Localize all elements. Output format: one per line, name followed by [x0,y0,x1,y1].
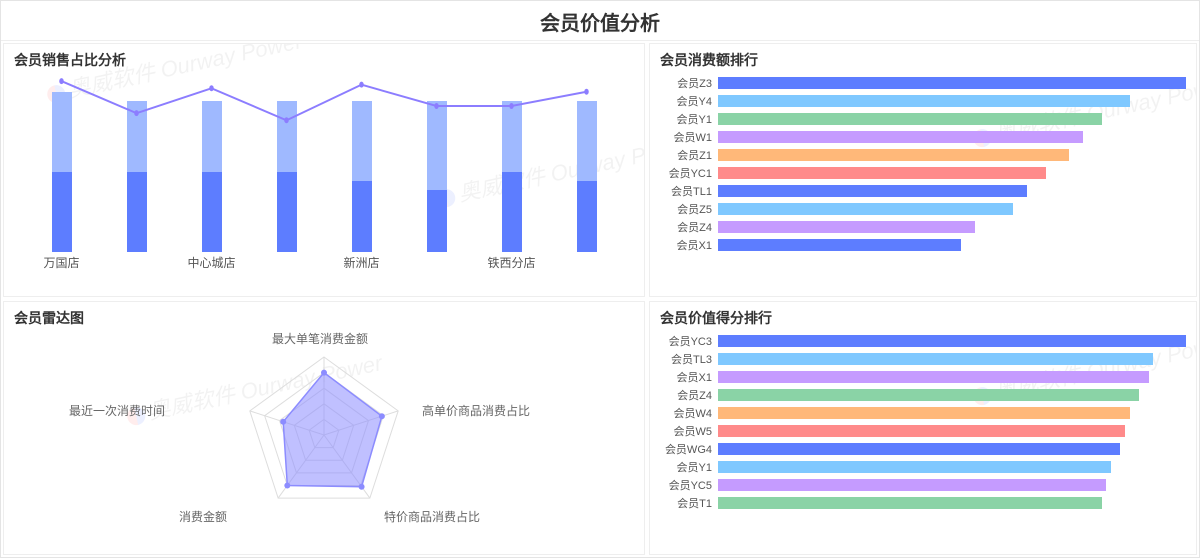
rank-label: 会员Z1 [660,147,718,163]
radar-axis-label: 消费金额 [179,508,227,525]
rank-row: 会员X1 [660,368,1186,386]
rank-label: 会员TL3 [660,351,718,367]
x-axis-label [399,254,474,274]
rank-label: 会员X1 [660,237,718,253]
rank-bar [718,479,1106,491]
rank-row: 会员Y1 [660,458,1186,476]
radar-axis-label: 最大单笔消费金额 [272,330,368,347]
rank-row: 会员Z4 [660,218,1186,236]
panel-sales-ratio: 奥威软件 Ourway Power 奥威软件 Ourway Power 会员销售… [3,43,645,297]
rank-bar [718,221,975,233]
rank-label: 会员Z3 [660,75,718,91]
x-axis-label [549,254,624,274]
rank-label: 会员Y1 [660,111,718,127]
rank-label: 会员YC1 [660,165,718,181]
chart-radar[interactable]: 最大单笔消费金额高单价商品消费占比特价商品消费占比 消费金额 最近一次消费时间 [14,330,634,530]
rank-label: 会员X1 [660,369,718,385]
rank-label: 会员W1 [660,129,718,145]
dashboard-page: ↖ 会员价值分析 奥威软件 Ourway Power 奥威软件 Ourway P… [0,0,1200,558]
rank-bar [718,497,1102,509]
rank-bar [718,185,1027,197]
rank-label: 会员YC5 [660,477,718,493]
rank-bar [718,167,1046,179]
rank-row: 会员Y1 [660,110,1186,128]
chart-spend-rank[interactable]: 会员Z3 会员Y4 会员Y1 会员W1 会员Z1 会员YC1 会员TL1 会员Z5 会员Z4 会员… [660,74,1186,254]
rank-row: 会员YC1 [660,164,1186,182]
x-axis-label: 中心城店 [174,254,249,274]
rank-label: 会员Z4 [660,387,718,403]
panel-score-rank: 奥威软件 Ourway Power 会员价值得分排行 会员YC3会员TL3会员X… [649,301,1197,555]
rank-bar [718,389,1139,401]
radar-axis-label: 特价商品消费占比 [384,508,480,525]
rank-row: 会员T1 [660,494,1186,512]
rank-bar [718,131,1083,143]
rank-bar [718,77,1186,89]
rank-row: 会员W4 [660,404,1186,422]
rank-label: 会员Y1 [660,459,718,475]
page-title: 会员价值分析 [1,1,1199,41]
panel-title-radar: 会员雷达图 [14,308,634,328]
rank-row: 会员TL3 [660,350,1186,368]
panel-title-score-rank: 会员价值得分排行 [660,308,1186,328]
radar-axis-label: 高单价商品消费占比 [422,402,530,419]
rank-bar [718,203,1013,215]
rank-bar [718,461,1111,473]
panel-title-sales-ratio: 会员销售占比分析 [14,50,634,70]
rank-label: 会员T1 [660,495,718,511]
rank-bar [718,113,1102,125]
rank-bar [718,425,1125,437]
x-axis-label: 万国店 [24,254,99,274]
rank-row: 会员Z5 [660,200,1186,218]
rank-row: 会员YC3 [660,332,1186,350]
panel-spend-rank: 奥威软件 Ourway Power 会员消费额排行 会员Z3会员Y4会员Y1会员… [649,43,1197,297]
rank-bar [718,407,1130,419]
row-top: 奥威软件 Ourway Power 奥威软件 Ourway Power 会员销售… [1,41,1199,299]
rank-bar [718,371,1149,383]
rank-bar [718,95,1130,107]
rank-label: 会员Z5 [660,201,718,217]
rank-bar [718,239,961,251]
rank-row: 会员Z1 [660,146,1186,164]
rank-label: 会员YC3 [660,333,718,349]
x-axis-label [249,254,324,274]
rank-bar [718,443,1120,455]
rank-row: 会员YC5 [660,476,1186,494]
rank-row: 会员Z3 [660,74,1186,92]
dashboard-grid: 奥威软件 Ourway Power 奥威软件 Ourway Power 会员销售… [1,41,1199,557]
x-axis-label: 铁西分店 [474,254,549,274]
rank-label: 会员Z4 [660,219,718,235]
rank-row: 会员Y4 [660,92,1186,110]
rank-label: 会员Y4 [660,93,718,109]
row-bottom: 奥威软件 Ourway Power 会员雷达图 最大单笔消费金额高单价商品消费占… [1,299,1199,557]
rank-row: 会员WG4 [660,440,1186,458]
chart-sales-ratio[interactable]: 万国店 中心城店 新洲店 铁西分店 [24,74,624,274]
rank-label: 会员WG4 [660,441,718,457]
rank-row: 会员W1 [660,128,1186,146]
rank-label: 会员W5 [660,423,718,439]
rank-row: 会员Z4 [660,386,1186,404]
radar-axis-label: 最近一次消费时间 [69,402,165,419]
rank-bar [718,335,1186,347]
panel-title-spend-rank: 会员消费额排行 [660,50,1186,70]
panel-radar: 奥威软件 Ourway Power 会员雷达图 最大单笔消费金额高单价商品消费占… [3,301,645,555]
rank-label: 会员TL1 [660,183,718,199]
x-axis-label: 新洲店 [324,254,399,274]
rank-bar [718,149,1069,161]
rank-bar [718,353,1153,365]
rank-row: 会员TL1 [660,182,1186,200]
x-axis-label [99,254,174,274]
chart-score-rank[interactable]: 会员YC3 会员TL3 会员X1 会员Z4 会员W4 会员W5 会员WG4 会员Y1 会员YC5… [660,332,1186,512]
rank-label: 会员W4 [660,405,718,421]
rank-row: 会员W5 [660,422,1186,440]
rank-row: 会员X1 [660,236,1186,254]
